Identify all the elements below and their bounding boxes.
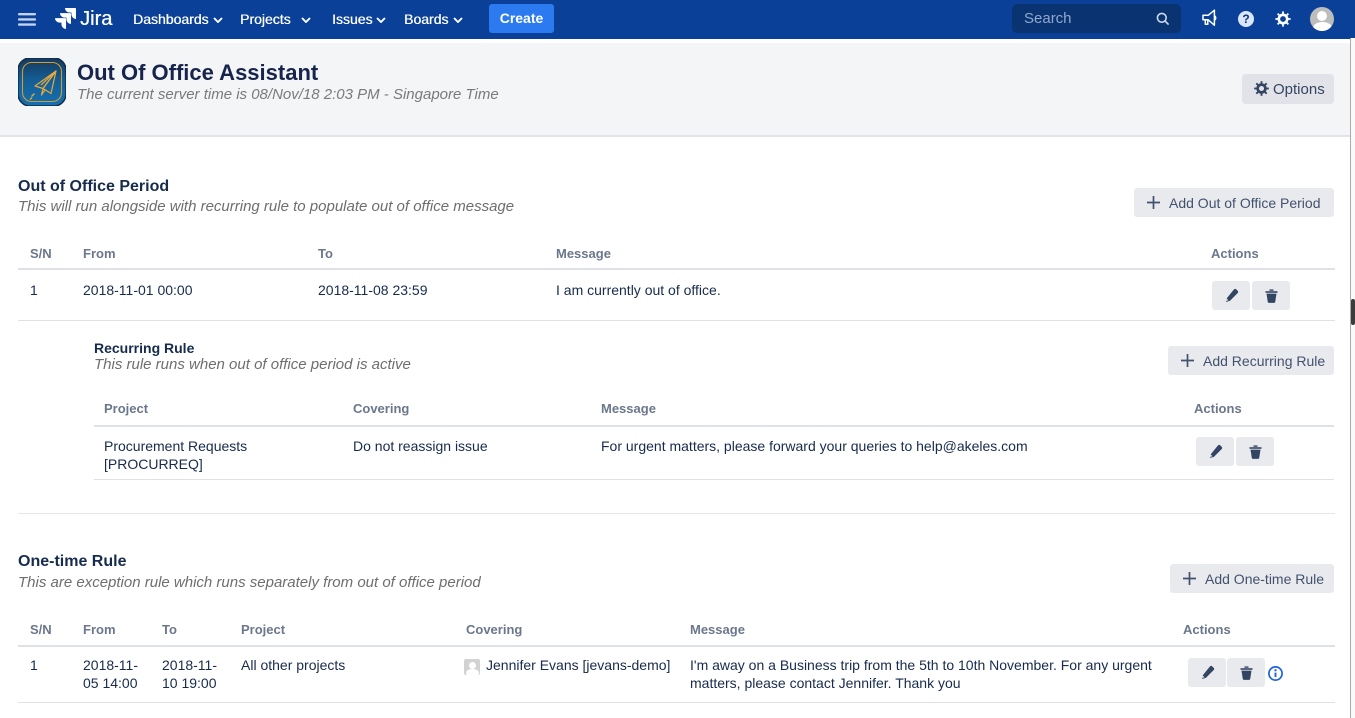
svg-text:?: ? (1242, 12, 1249, 26)
